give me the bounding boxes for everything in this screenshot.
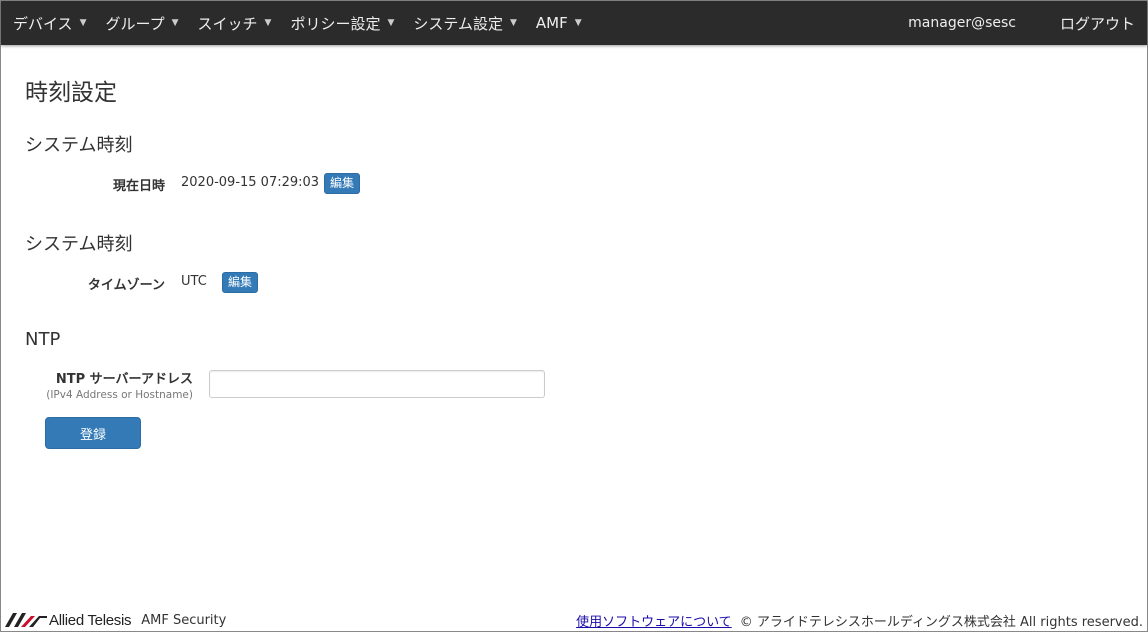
nav-item-label: ポリシー設定 <box>290 14 381 33</box>
chevron-down-icon: ▼ <box>574 18 582 28</box>
current-datetime-value: 2020-09-15 07:29:03 <box>181 175 320 190</box>
chevron-down-icon: ▼ <box>387 18 395 28</box>
footer-right: 使用ソフトウェアについて © アライドテレシスホールディングス株式会社 All … <box>576 611 1147 630</box>
register-button[interactable]: 登録 <box>45 417 141 449</box>
ntp-server-label: NTP サーバーアドレス (IPv4 Address or Hostname) <box>31 368 193 401</box>
logout-link[interactable]: ログアウト <box>1060 13 1135 34</box>
current-datetime-label: 現在日時 <box>112 179 165 194</box>
ntp-server-input[interactable] <box>209 370 545 398</box>
nav-item-amf[interactable]: AMF ▼ <box>536 14 582 32</box>
current-user: manager@sesc <box>908 15 1016 31</box>
top-navbar: デバイス ▼ グループ ▼ スイッチ ▼ ポリシー設定 ▼ システム設定 ▼ A… <box>1 1 1147 45</box>
section-title-ntp: NTP <box>25 329 61 350</box>
section-title-system-time: システム時刻 <box>25 135 133 156</box>
edit-datetime-button[interactable]: 編集 <box>324 173 361 194</box>
software-info-link[interactable]: 使用ソフトウェアについて <box>576 611 732 630</box>
product-name: AMF Security <box>141 612 227 628</box>
allied-telesis-logo-icon <box>5 613 47 627</box>
nav-user-area: manager@sesc ログアウト <box>908 13 1147 34</box>
nav-item-policy[interactable]: ポリシー設定 ▼ <box>290 13 394 34</box>
edit-timezone-button[interactable]: 編集 <box>222 272 259 293</box>
logo-text: Allied Telesis <box>49 611 132 629</box>
nav-item-label: グループ <box>105 14 165 33</box>
nav-item-groups[interactable]: グループ ▼ <box>105 13 178 34</box>
nav-item-label: デバイス <box>13 14 73 33</box>
nav-item-label: スイッチ <box>197 14 258 33</box>
footer: Allied Telesis AMF Security 使用ソフトウェアについて… <box>1 607 1147 633</box>
chevron-down-icon: ▼ <box>264 18 272 28</box>
footer-brand: Allied Telesis AMF Security <box>1 612 226 629</box>
timezone-value: UTC <box>181 274 207 289</box>
ntp-server-label-hint: (IPv4 Address or Hostname) <box>46 389 193 401</box>
ntp-server-label-main: NTP サーバーアドレス <box>55 372 193 387</box>
timezone-label: タイムゾーン <box>87 278 165 293</box>
section-title-timezone: システム時刻 <box>25 234 133 255</box>
copyright-text: © アライドテレシスホールディングス株式会社 All rights reserv… <box>739 614 1143 630</box>
chevron-down-icon: ▼ <box>171 18 179 28</box>
nav-item-label: AMF <box>535 14 568 32</box>
nav-item-label: システム設定 <box>413 14 503 33</box>
page-title: 時刻設定 <box>25 80 117 106</box>
chevron-down-icon: ▼ <box>509 18 517 28</box>
nav-item-devices[interactable]: デバイス ▼ <box>13 13 86 34</box>
nav-item-system[interactable]: システム設定 ▼ <box>413 13 516 34</box>
nav-menu: デバイス ▼ グループ ▼ スイッチ ▼ ポリシー設定 ▼ システム設定 ▼ A… <box>1 13 601 34</box>
nav-item-switches[interactable]: スイッチ ▼ <box>198 13 272 34</box>
chevron-down-icon: ▼ <box>79 18 87 28</box>
